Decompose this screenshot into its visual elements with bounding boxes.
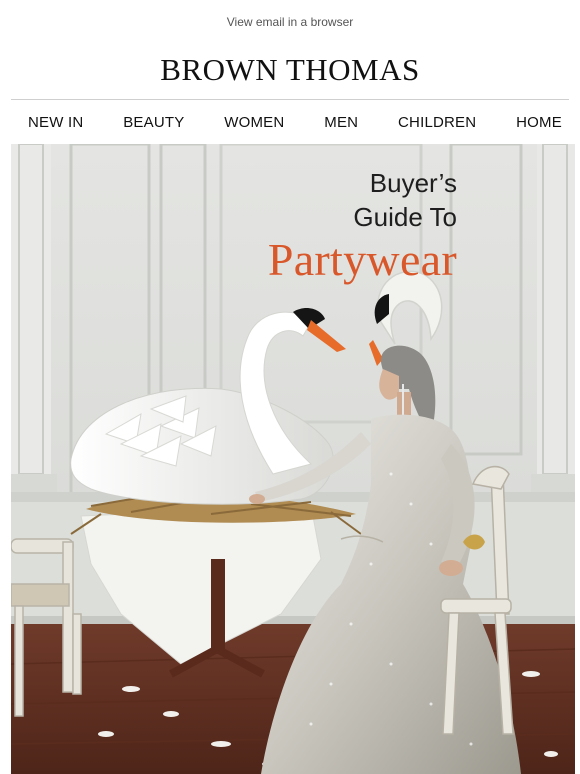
main-nav: NEW IN BEAUTY WOMEN MEN CHILDREN HOME [0, 100, 580, 144]
brand-logo[interactable]: BROWN THOMAS [160, 54, 419, 85]
nav-item-home[interactable]: HOME [516, 114, 562, 131]
top-bar: View email in a browser [0, 0, 580, 42]
hero-banner-link[interactable]: Buyer’s Guide To Partywear [11, 144, 575, 774]
view-in-browser-link[interactable]: View email in a browser [227, 15, 354, 29]
hero-headline: Buyer’s Guide To Partywear [268, 166, 457, 286]
nav-item-children[interactable]: CHILDREN [398, 114, 476, 131]
headline-line-1: Buyer’s [369, 168, 457, 198]
nav-item-women[interactable]: WOMEN [224, 114, 284, 131]
nav-item-new-in[interactable]: NEW IN [28, 114, 83, 131]
brand-header: BROWN THOMAS [0, 42, 580, 97]
headline-accent: Partywear [267, 234, 457, 285]
nav-item-men[interactable]: MEN [324, 114, 358, 131]
headline-line-2: Guide To [353, 202, 457, 232]
nav-item-beauty[interactable]: BEAUTY [123, 114, 184, 131]
